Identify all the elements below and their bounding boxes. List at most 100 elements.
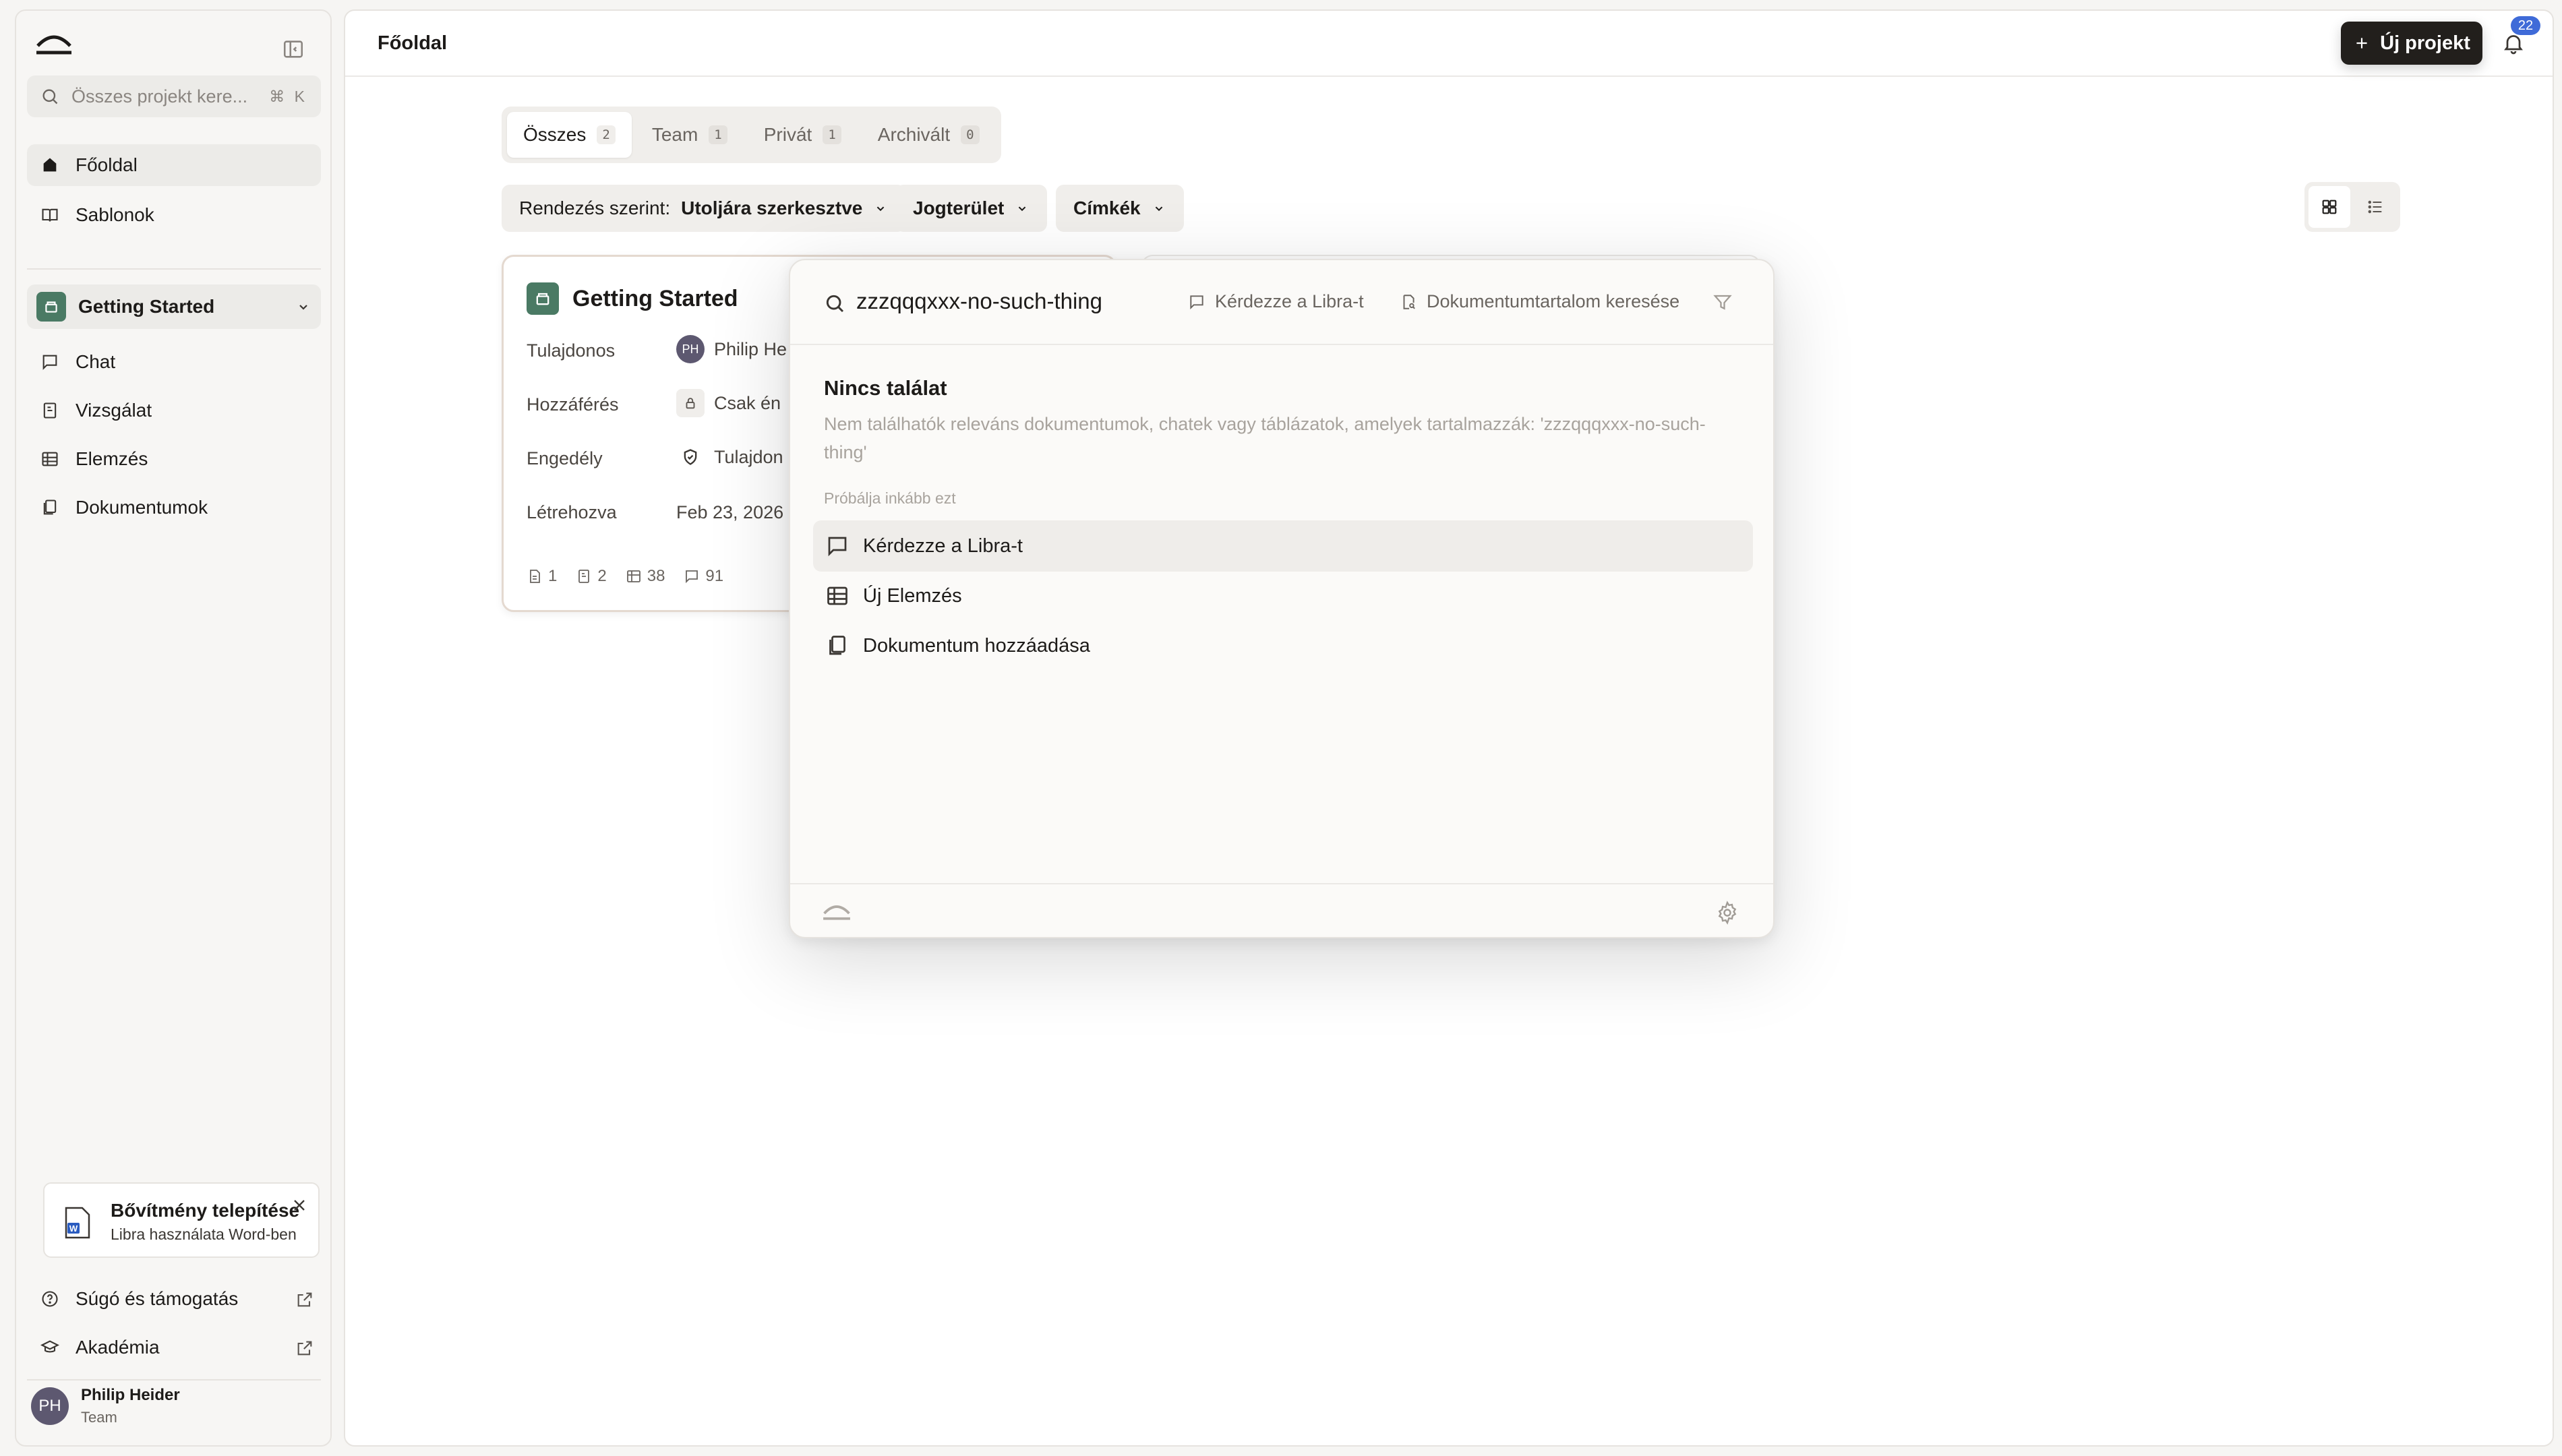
chat-icon (42, 355, 57, 370)
search-query-input[interactable]: zzzqqqxxx-no-such-thing (856, 289, 1102, 314)
permission-label: Engedély (527, 448, 603, 468)
chevron-down-icon (877, 206, 885, 212)
jurisdiction-label: Jogterület (913, 198, 1005, 218)
access-label: Hozzáférés (527, 394, 619, 415)
owner-name: Philip He (714, 338, 787, 359)
review-icon (43, 402, 57, 419)
tab-count: 1 (709, 125, 727, 144)
tab-private[interactable]: Privát 1 (748, 112, 858, 158)
user-team: Team (81, 1409, 117, 1426)
sidebar-item-chat[interactable]: Chat (27, 341, 321, 383)
stat-reviews: 2 (576, 567, 607, 586)
chevron-down-icon (299, 305, 307, 310)
project-icon (527, 282, 559, 315)
sidebar-item-documents[interactable]: Dokumentumok (27, 487, 321, 528)
access-text: Csak én (714, 392, 781, 413)
stat-value: 38 (647, 567, 665, 585)
user-profile[interactable]: PH Philip Heider Team (31, 1386, 180, 1426)
libra-logo-icon (821, 901, 852, 922)
tab-label: Privát (763, 124, 812, 145)
documents-icon (43, 499, 57, 515)
chat-icon (686, 570, 698, 584)
sort-dropdown[interactable]: Rendezés szerint: Utoljára szerkesztve (502, 185, 906, 232)
document-search-icon (1403, 294, 1415, 309)
table-icon (827, 586, 847, 605)
suggestion-add-document[interactable]: Dokumentum hozzáadása (813, 620, 1753, 671)
no-results-title: Nincs találat (824, 376, 947, 400)
project-tabs: Összes 2 Team 1 Privát 1 Archivált 0 (502, 107, 1001, 163)
notification-badge: 22 (2511, 16, 2540, 35)
created-value: Feb 23, 2026 (676, 502, 784, 522)
extension-title: Bővítmény telepítése (111, 1200, 300, 1221)
table-icon (42, 452, 58, 466)
tab-label: Team (651, 124, 698, 145)
new-project-button[interactable]: Új projekt (2341, 22, 2482, 65)
sidebar-divider (27, 1379, 321, 1381)
libra-logo-icon[interactable] (34, 30, 74, 57)
settings-icon[interactable] (1715, 901, 1739, 925)
permission-text: Tulajdon (714, 446, 783, 467)
stat-value: 91 (705, 567, 724, 585)
search-icon (826, 295, 844, 313)
tab-count: 0 (961, 125, 980, 144)
search-modal-header: zzzqqqxxx-no-such-thing Kérdezze a Libra… (790, 260, 1773, 345)
project-card-name: Getting Started (572, 285, 738, 311)
new-project-label: Új projekt (2380, 32, 2470, 54)
sidebar-item-label: Chat (76, 351, 116, 372)
avatar: PH (676, 335, 705, 363)
suggestion-label: Kérdezze a Libra-t (863, 535, 1023, 557)
collapse-sidebar-icon[interactable] (282, 38, 305, 61)
suggestion-new-analysis[interactable]: Új Elemzés (813, 570, 1753, 621)
extension-card[interactable]: W Bővítmény telepítése Libra használata … (43, 1182, 320, 1258)
project-card-title: Getting Started (527, 282, 738, 315)
sidebar-item-help[interactable]: Súgó és támogatás (27, 1278, 321, 1320)
tab-archived[interactable]: Archivált 0 (862, 112, 996, 158)
suggestion-ask-libra[interactable]: Kérdezze a Libra-t (813, 520, 1753, 572)
book-icon (42, 208, 58, 222)
sidebar-item-label: Főoldal (76, 154, 138, 175)
external-link-icon (295, 1290, 314, 1309)
filter-icon[interactable] (1712, 293, 1733, 313)
search-placeholder: Összes projekt kere... (71, 86, 248, 107)
sidebar-item-label: Elemzés (76, 448, 148, 469)
grid-view-icon[interactable] (2308, 186, 2350, 228)
close-icon[interactable] (290, 1196, 309, 1215)
ask-libra-button[interactable]: Kérdezze a Libra-t (1188, 291, 1364, 312)
top-bar: Főoldal Új projekt 22 (345, 11, 2553, 77)
svg-text:W: W (69, 1223, 78, 1234)
sort-prefix: Rendezés szerint: (519, 198, 671, 218)
external-link-icon (295, 1339, 314, 1358)
ask-libra-label: Kérdezze a Libra-t (1215, 291, 1364, 311)
tags-dropdown[interactable]: Címkék (1056, 185, 1184, 232)
document-content-search-button[interactable]: Dokumentumtartalom keresése (1400, 291, 1679, 312)
home-icon (43, 158, 57, 172)
sort-value: Utoljára szerkesztve (681, 198, 863, 218)
list-view-icon[interactable] (2354, 186, 2396, 228)
table-icon (626, 570, 640, 582)
created-label: Létrehozva (527, 502, 617, 522)
help-icon (42, 1291, 58, 1307)
graduation-cap-icon (40, 1340, 59, 1353)
sidebar-item-home[interactable]: Főoldal (27, 144, 321, 186)
sidebar-item-academy[interactable]: Akadémia (27, 1327, 321, 1368)
suggestion-label: Új Elemzés (863, 584, 962, 607)
view-toggle (2304, 182, 2400, 232)
word-doc-icon: W (63, 1207, 92, 1239)
sidebar-item-templates[interactable]: Sablonok (27, 194, 321, 236)
jurisdiction-dropdown[interactable]: Jogterület (895, 185, 1048, 232)
sidebar-item-review[interactable]: Vizsgálat (27, 390, 321, 431)
tab-count: 2 (597, 125, 616, 144)
tab-count: 1 (823, 125, 841, 144)
owner-label: Tulajdonos (527, 340, 616, 361)
sidebar-divider (27, 268, 321, 270)
tab-all[interactable]: Összes 2 (507, 112, 632, 158)
search-shortcut: ⌘ K (269, 87, 307, 105)
chevron-down-icon (1019, 206, 1026, 212)
sidebar-item-label: Dokumentumok (76, 497, 208, 518)
documents-icon (829, 636, 845, 655)
tab-team[interactable]: Team 1 (636, 112, 744, 158)
sidebar-item-analysis[interactable]: Elemzés (27, 438, 321, 480)
project-selector[interactable]: Getting Started (27, 284, 321, 329)
chevron-down-icon (1155, 206, 1162, 212)
project-search-input[interactable]: Összes projekt kere... ⌘ K (27, 75, 321, 117)
